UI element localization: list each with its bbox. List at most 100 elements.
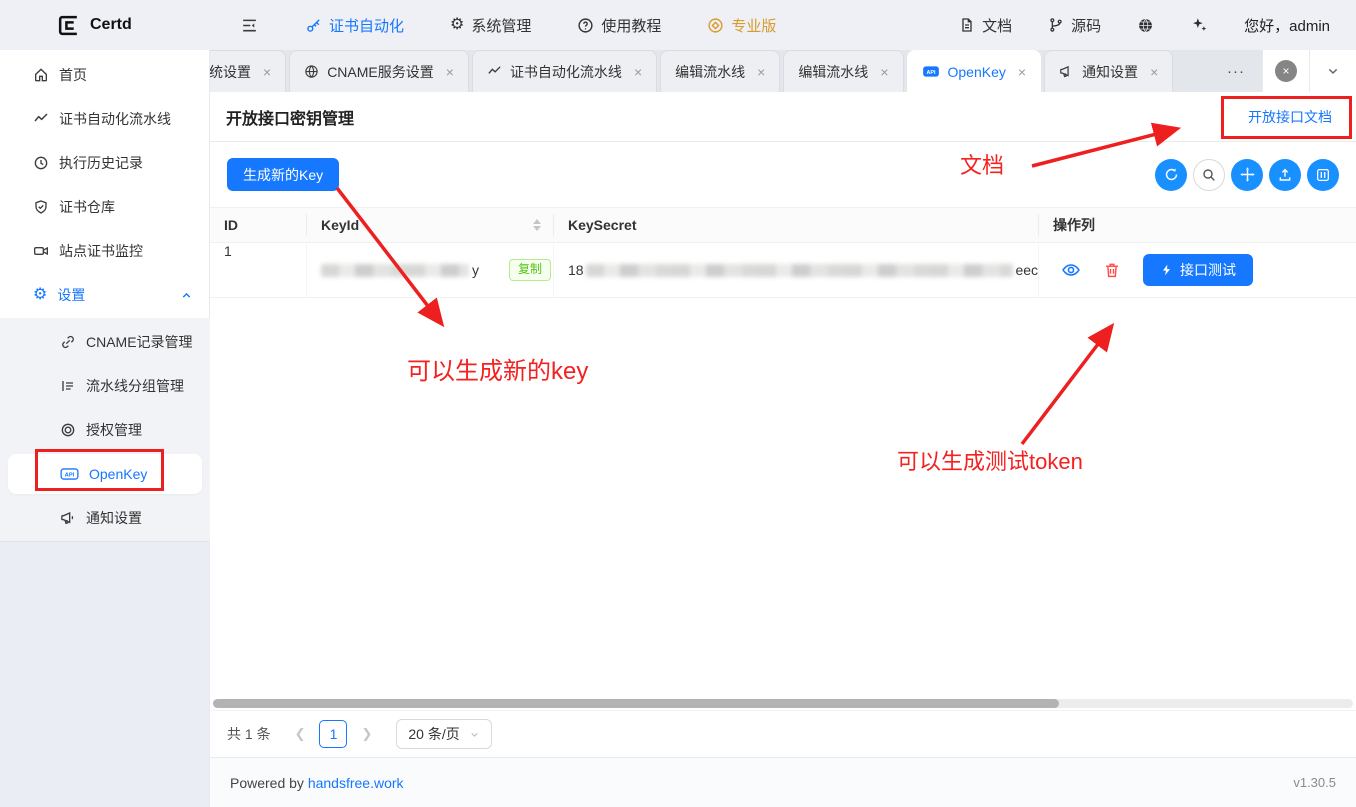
columns-setting-button[interactable] — [1307, 159, 1339, 191]
tab-system-settings[interactable]: 统设置 × — [210, 50, 286, 92]
tab-cname-service[interactable]: CNAME服务设置 × — [289, 50, 469, 92]
tab-openkey[interactable]: API OpenKey × — [907, 50, 1042, 92]
tab-label: 编辑流水线 — [675, 62, 745, 82]
certd-app: Certd 证书自动化 ⚙ 系统管理 使用教程 — [0, 0, 1356, 807]
pagination: 共 1 条 ❮ 1 ❯ 20 条/页 — [210, 710, 1356, 757]
footer: Powered by handsfree.work v1.30.5 — [210, 757, 1356, 807]
export-button[interactable] — [1269, 159, 1301, 191]
sidebar-item-home[interactable]: 首页 — [0, 53, 209, 97]
sidebar-item-openkey[interactable]: API OpenKey — [8, 454, 202, 494]
handsfree-link[interactable]: handsfree.work — [308, 775, 404, 791]
prev-page-icon[interactable]: ❮ — [285, 726, 316, 742]
target-icon — [60, 422, 76, 438]
nav-label: 专业版 — [731, 15, 776, 36]
top-link-label: 源码 — [1071, 15, 1101, 36]
tab-edit-pipeline-2[interactable]: 编辑流水线 × — [783, 50, 903, 92]
sidebar-item-label: 执行历史记录 — [59, 153, 143, 173]
sidebar-item-pipelines[interactable]: 证书自动化流水线 — [0, 97, 209, 141]
search-button[interactable] — [1193, 159, 1225, 191]
next-page-icon[interactable]: ❯ — [351, 726, 382, 742]
nav-label: 系统管理 — [471, 15, 531, 36]
sidebar-item-label: 通知设置 — [86, 508, 142, 528]
sidebar-item-label: 证书仓库 — [59, 197, 115, 217]
sidebar-item-settings[interactable]: ⚙ 设置 — [0, 273, 209, 317]
sort-icon[interactable] — [533, 219, 541, 231]
sidebar-item-label: 流水线分组管理 — [86, 376, 184, 396]
close-icon[interactable]: × — [446, 65, 454, 79]
compact-mode-button[interactable] — [1231, 159, 1263, 191]
view-icon[interactable] — [1061, 260, 1081, 280]
sidebar-item-cname-records[interactable]: CNAME记录管理 — [0, 320, 210, 364]
nav-system-manage[interactable]: ⚙ 系统管理 — [450, 15, 531, 36]
nav-tutorial[interactable]: 使用教程 — [577, 15, 661, 36]
home-icon — [33, 67, 49, 83]
sparkles-icon[interactable] — [1190, 16, 1208, 34]
nav-pro-edition[interactable]: 专业版 — [707, 15, 776, 36]
sidebar-item-notifications[interactable]: 通知设置 — [0, 496, 210, 540]
tab-bar: 统设置 × CNAME服务设置 × 证书自动化流水线 × 编辑流水线 × 编辑流… — [210, 50, 1356, 92]
chevron-down-icon — [1325, 63, 1341, 79]
close-icon[interactable]: × — [1150, 65, 1158, 79]
brand-area[interactable]: Certd — [0, 13, 210, 38]
sidebar-item-cert-repo[interactable]: 证书仓库 — [0, 185, 209, 229]
close-icon[interactable]: × — [634, 65, 642, 79]
api-icon: API — [60, 466, 79, 482]
sidebar-item-label: OpenKey — [89, 466, 147, 482]
horizontal-scrollbar-thumb[interactable] — [213, 699, 1059, 708]
user-greeting[interactable]: 您好，admin — [1244, 15, 1330, 36]
sidebar-filler — [0, 541, 209, 807]
column-header-id[interactable]: ID — [210, 214, 307, 236]
top-link-docs[interactable]: 文档 — [959, 15, 1012, 36]
refresh-button[interactable] — [1155, 159, 1187, 191]
column-header-keysecret[interactable]: KeySecret — [554, 214, 1039, 236]
app-version: v1.30.5 — [1293, 775, 1336, 790]
gear-icon: ⚙ — [450, 17, 464, 33]
sidebar-item-label: 授权管理 — [86, 420, 142, 440]
generate-key-button[interactable]: 生成新的Key — [227, 158, 339, 191]
tab-label: 通知设置 — [1082, 62, 1138, 82]
close-circle-icon: × — [1275, 60, 1297, 82]
close-icon[interactable]: × — [757, 65, 765, 79]
tab-notifications[interactable]: 通知设置 × — [1044, 50, 1173, 92]
megaphone-icon — [60, 510, 76, 526]
nav-cert-automation[interactable]: 证书自动化 — [305, 15, 404, 36]
tab-cert-pipelines[interactable]: 证书自动化流水线 × — [472, 50, 657, 92]
secret-suffix: eec — [1015, 262, 1038, 278]
open-api-doc-link[interactable]: 开放接口文档 — [1248, 107, 1332, 127]
powered-by-text: Powered by — [230, 775, 304, 791]
close-all-tabs-button[interactable]: × — [1262, 50, 1309, 92]
api-test-button[interactable]: 接口测试 — [1143, 254, 1253, 286]
sidebar-item-site-monitor[interactable]: 站点证书监控 — [0, 229, 209, 273]
tab-controls: ··· × — [1210, 50, 1356, 92]
close-icon[interactable]: × — [1018, 65, 1026, 79]
cell-actions: 接口测试 — [1039, 254, 1356, 286]
tabs-more-button[interactable]: ··· — [1210, 50, 1262, 92]
tab-edit-pipeline-1[interactable]: 编辑流水线 × — [660, 50, 780, 92]
page-header: 开放接口密钥管理 开放接口文档 — [210, 92, 1356, 142]
page-size-value: 20 条/页 — [408, 724, 459, 744]
close-icon[interactable]: × — [880, 65, 888, 79]
key-icon — [305, 17, 322, 34]
toolbar-icons — [1155, 159, 1339, 191]
delete-icon[interactable] — [1103, 261, 1121, 279]
horizontal-scrollbar-track[interactable] — [213, 699, 1353, 708]
api-icon: API — [922, 64, 940, 79]
top-link-source[interactable]: 源码 — [1048, 15, 1101, 36]
sidebar-item-authorization[interactable]: 授权管理 — [0, 408, 210, 452]
brand-name: Certd — [90, 16, 132, 34]
top-bar: Certd 证书自动化 ⚙ 系统管理 使用教程 — [0, 0, 1356, 50]
cell-id: 1 — [210, 243, 307, 297]
copy-button[interactable]: 复制 — [509, 259, 551, 281]
column-label: KeyId — [321, 217, 359, 233]
tabs-menu-button[interactable] — [1309, 50, 1356, 92]
sidebar-item-history[interactable]: 执行历史记录 — [0, 141, 209, 185]
menu-fold-icon[interactable] — [240, 16, 259, 35]
column-header-keyid[interactable]: KeyId — [307, 214, 554, 236]
top-bar-right: 文档 源码 — [959, 15, 1356, 36]
globe-icon[interactable] — [1137, 17, 1154, 34]
page-number[interactable]: 1 — [319, 720, 347, 748]
page-size-select[interactable]: 20 条/页 — [396, 719, 491, 749]
close-icon[interactable]: × — [263, 65, 271, 79]
api-test-label: 接口测试 — [1180, 260, 1236, 280]
sidebar-item-pipeline-groups[interactable]: 流水线分组管理 — [0, 364, 210, 408]
